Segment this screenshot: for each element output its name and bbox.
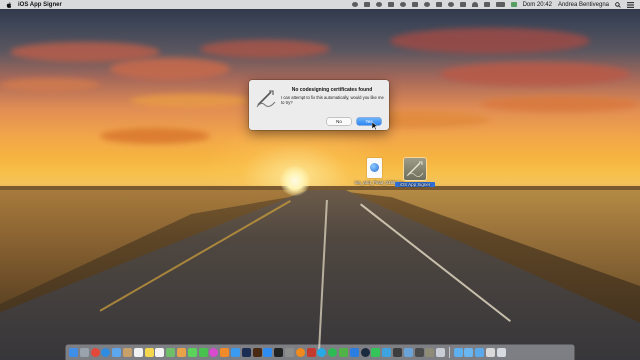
xcode-icon[interactable] bbox=[263, 348, 273, 357]
app-signer-icon bbox=[404, 158, 426, 180]
cloud bbox=[100, 128, 210, 144]
menu-bar: iOS App Signer Dom 20:42 Andrea Bentiveg… bbox=[0, 0, 640, 9]
app-store-icon[interactable] bbox=[230, 348, 240, 357]
calendar-icon[interactable] bbox=[133, 348, 143, 357]
notification-center-icon[interactable] bbox=[627, 1, 634, 8]
search-icon[interactable] bbox=[615, 1, 621, 8]
evernote-icon[interactable] bbox=[338, 348, 348, 357]
battery-icon[interactable] bbox=[495, 2, 505, 7]
launchpad-icon[interactable] bbox=[79, 348, 89, 357]
status-icon[interactable] bbox=[363, 2, 370, 7]
spotify-icon[interactable] bbox=[328, 348, 338, 357]
cloud bbox=[110, 58, 230, 80]
notes-icon[interactable] bbox=[144, 348, 154, 357]
desktop-app-label: iOS App Signer bbox=[395, 182, 435, 187]
sun bbox=[280, 166, 310, 196]
mail-icon[interactable] bbox=[112, 348, 122, 357]
user-name[interactable]: Andrea Bentivegna bbox=[558, 2, 609, 8]
safari-icon[interactable] bbox=[101, 348, 111, 357]
status-icon[interactable] bbox=[399, 2, 406, 7]
dialog-title: No codesigning certificates found bbox=[291, 87, 373, 93]
active-app-name[interactable]: iOS App Signer bbox=[18, 2, 62, 8]
alert-dialog: No codesigning certificates found I can … bbox=[249, 80, 389, 130]
documents-folder-icon[interactable] bbox=[464, 348, 474, 357]
photos-icon[interactable] bbox=[176, 348, 186, 357]
cloud bbox=[0, 78, 100, 92]
desktop-app-ios-app-signer[interactable]: iOS App Signer bbox=[395, 158, 435, 187]
status-icon[interactable] bbox=[375, 2, 382, 7]
stack-icon[interactable] bbox=[486, 348, 496, 357]
cloud bbox=[200, 40, 330, 58]
app-signer-icon bbox=[256, 90, 276, 108]
status-icon[interactable] bbox=[459, 2, 466, 7]
whatsapp-icon[interactable] bbox=[371, 348, 381, 357]
sublime-icon[interactable] bbox=[392, 348, 402, 357]
filezilla-icon[interactable] bbox=[306, 348, 316, 357]
itunes-icon[interactable] bbox=[209, 348, 219, 357]
terminal-icon[interactable] bbox=[274, 348, 284, 357]
mouse-cursor-icon bbox=[372, 122, 378, 130]
volume-icon[interactable] bbox=[483, 2, 490, 7]
applications-folder-icon[interactable] bbox=[475, 348, 485, 357]
desktop-file-label: ios_and_Final_0155.ipa bbox=[355, 180, 403, 185]
ios-app-signer-icon[interactable] bbox=[425, 348, 435, 357]
preview-icon[interactable] bbox=[403, 348, 413, 357]
system-preferences-icon[interactable] bbox=[284, 348, 294, 357]
status-icon[interactable] bbox=[387, 2, 394, 7]
ibooks-icon[interactable] bbox=[220, 348, 230, 357]
dock bbox=[66, 345, 574, 360]
messages-icon[interactable] bbox=[187, 348, 197, 357]
menu-clock[interactable]: Dom 20:42 bbox=[523, 2, 552, 8]
status-icon[interactable] bbox=[435, 2, 442, 7]
status-icon[interactable] bbox=[351, 2, 358, 7]
vlc-icon[interactable] bbox=[295, 348, 305, 357]
finder-icon[interactable] bbox=[69, 348, 78, 357]
cloud bbox=[130, 94, 250, 108]
apple-menu-icon[interactable] bbox=[6, 1, 12, 8]
ipa-file-icon bbox=[366, 158, 382, 178]
facetime-icon[interactable] bbox=[198, 348, 208, 357]
cloud bbox=[440, 62, 630, 86]
no-button[interactable]: No bbox=[327, 118, 351, 125]
trash-bin-icon[interactable] bbox=[496, 348, 506, 357]
desktop-file-ipa[interactable]: ios_and_Final_0155.ipa bbox=[354, 158, 403, 185]
trash-icon[interactable] bbox=[436, 348, 446, 357]
chrome-icon[interactable] bbox=[90, 348, 100, 357]
desktop: iOS App Signer Dom 20:42 Andrea Bentiveg… bbox=[0, 0, 640, 360]
contacts-icon[interactable] bbox=[122, 348, 132, 357]
cloud bbox=[390, 28, 590, 54]
flag-icon[interactable] bbox=[510, 2, 517, 7]
status-icon[interactable] bbox=[411, 2, 418, 7]
illustrator-icon[interactable] bbox=[252, 348, 262, 357]
status-icon[interactable] bbox=[423, 2, 430, 7]
photoshop-icon[interactable] bbox=[241, 348, 251, 357]
cloud bbox=[480, 96, 640, 112]
wifi-icon[interactable] bbox=[471, 2, 478, 7]
maps-icon[interactable] bbox=[166, 348, 176, 357]
dock-separator bbox=[448, 347, 450, 358]
steam-icon[interactable] bbox=[360, 348, 370, 357]
dropbox-icon[interactable] bbox=[349, 348, 359, 357]
reminders-icon[interactable] bbox=[155, 348, 165, 357]
dialog-message: I can attempt to fix this automatically,… bbox=[281, 95, 384, 106]
simulator-icon[interactable] bbox=[414, 348, 424, 357]
status-icon[interactable] bbox=[447, 2, 454, 7]
skype-icon[interactable] bbox=[317, 348, 327, 357]
telegram-icon[interactable] bbox=[382, 348, 392, 357]
downloads-folder-icon[interactable] bbox=[453, 348, 463, 357]
